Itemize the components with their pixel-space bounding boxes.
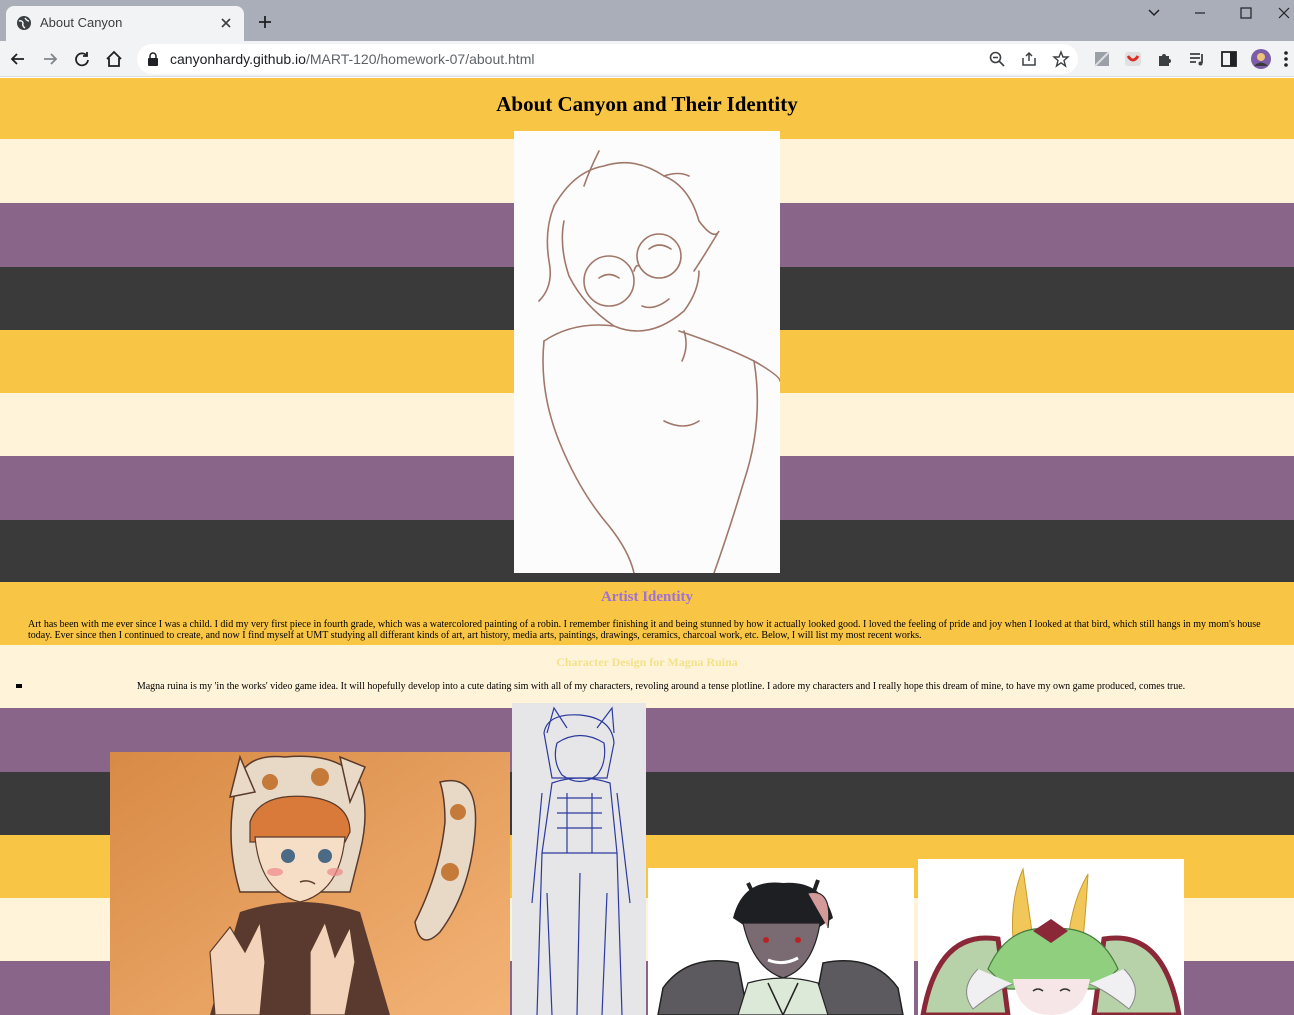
browser-toolbar: canyonhardy.github.io/MART-120/homework-… bbox=[0, 41, 1294, 77]
close-tab-icon[interactable] bbox=[218, 15, 234, 31]
home-icon[interactable] bbox=[104, 49, 124, 69]
artwork-blue-sketch bbox=[512, 703, 646, 1015]
side-panel-icon[interactable] bbox=[1219, 49, 1239, 69]
url-text: canyonhardy.github.io/MART-120/homework-… bbox=[170, 51, 534, 67]
zoom-icon[interactable] bbox=[988, 50, 1006, 68]
subheading-character-design: Character Design for Magna Ruina bbox=[556, 655, 738, 669]
maximize-icon[interactable] bbox=[1236, 4, 1256, 22]
profile-avatar-icon[interactable] bbox=[1251, 49, 1271, 69]
reload-icon[interactable] bbox=[72, 49, 92, 69]
page-content: About Canyon and Their Identity Artist I… bbox=[0, 78, 1294, 1015]
section-heading-artist-identity: Artist Identity bbox=[600, 589, 694, 605]
artwork-demon-character bbox=[648, 868, 914, 1015]
url-host: canyonhardy.github.io bbox=[170, 51, 306, 67]
share-icon[interactable] bbox=[1020, 50, 1038, 68]
globe-icon bbox=[17, 16, 31, 30]
tab-strip: About Canyon bbox=[0, 0, 1294, 41]
artwork-horned-character bbox=[918, 859, 1184, 1015]
extension-square-icon[interactable] bbox=[1092, 49, 1112, 69]
tab-title: About Canyon bbox=[40, 15, 123, 30]
bookmark-star-icon[interactable] bbox=[1052, 50, 1070, 68]
artwork-cat-character bbox=[110, 752, 510, 1015]
pocket-extension-icon[interactable] bbox=[1123, 49, 1143, 69]
close-window-icon[interactable] bbox=[1274, 4, 1294, 22]
list-bullet bbox=[16, 684, 22, 688]
browser-tab[interactable]: About Canyon bbox=[6, 6, 244, 41]
forward-arrow-icon[interactable] bbox=[40, 49, 60, 69]
new-tab-icon[interactable] bbox=[256, 13, 274, 31]
lock-icon bbox=[148, 52, 158, 66]
media-control-icon[interactable] bbox=[1187, 49, 1207, 69]
page-title: About Canyon and Their Identity bbox=[496, 92, 798, 116]
address-bar[interactable]: canyonhardy.github.io/MART-120/homework-… bbox=[137, 44, 1078, 74]
list-item: Magna ruina is my 'in the works' video g… bbox=[136, 681, 1186, 692]
tab-search-icon[interactable] bbox=[1144, 4, 1164, 22]
puzzle-extensions-icon[interactable] bbox=[1155, 49, 1175, 69]
menu-dots-icon[interactable] bbox=[1281, 49, 1291, 69]
minimize-icon[interactable] bbox=[1190, 4, 1210, 22]
url-path: /MART-120/homework-07/about.html bbox=[305, 51, 535, 67]
artist-identity-paragraph: Art has been with me ever since I was a … bbox=[28, 619, 1261, 641]
portrait-sketch-image bbox=[514, 131, 780, 573]
back-arrow-icon[interactable] bbox=[8, 49, 28, 69]
